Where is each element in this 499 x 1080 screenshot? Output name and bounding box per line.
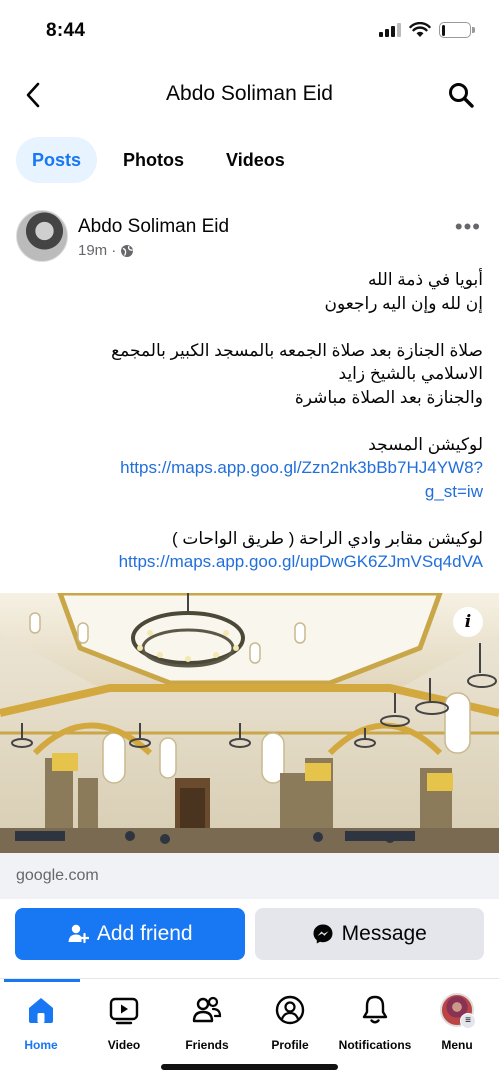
page-title: Abdo Soliman Eid <box>166 82 333 105</box>
link-preview-footer[interactable]: google.com <box>0 853 499 899</box>
info-icon[interactable]: i <box>453 607 483 637</box>
active-tab-indicator <box>4 979 80 982</box>
tab-photos[interactable]: Photos <box>107 137 200 183</box>
battery-level <box>441 24 445 36</box>
status-icons <box>379 22 475 38</box>
bell-icon <box>362 995 388 1024</box>
avatar[interactable] <box>16 210 68 262</box>
post-line: الاسلامي بالشيخ زايد <box>338 364 483 383</box>
mosque-location-link[interactable]: https://maps.app.goo.gl/Zzn2nk3bBb7HJ4YW… <box>16 456 483 480</box>
post-meta: 19m · <box>78 242 134 259</box>
cellular-signal-icon <box>379 23 401 37</box>
home-indicator <box>161 1064 338 1070</box>
profile-tabs: Posts Photos Videos <box>16 137 301 183</box>
post-line: أبويا في ذمة الله <box>367 270 483 289</box>
nav-menu-label: Menu <box>441 1038 473 1052</box>
post-time[interactable]: 19m <box>78 242 107 259</box>
battery-icon <box>439 22 475 38</box>
tab-videos[interactable]: Videos <box>210 137 301 183</box>
post-line: والجنازة بعد الصلاة مباشرة <box>294 387 483 407</box>
friends-icon <box>192 996 222 1023</box>
link-preview-image[interactable]: i <box>0 593 499 853</box>
search-icon <box>449 83 474 108</box>
post-author[interactable]: Abdo Soliman Eid <box>78 216 229 238</box>
status-time: 8:44 <box>46 20 86 41</box>
nav-video-label: Video <box>107 1038 141 1052</box>
post-line: لوكيشن المسجد <box>368 434 483 454</box>
menu-lines-icon: ≡ <box>460 1013 476 1029</box>
nav-menu[interactable]: ≡ Menu <box>417 993 497 1052</box>
video-icon <box>109 997 139 1025</box>
link-domain: google.com <box>16 867 99 884</box>
nav-home[interactable]: Home <box>1 993 81 1052</box>
meta-separator: · <box>111 242 117 259</box>
add-friend-label: Add friend <box>96 922 193 945</box>
globe-icon <box>121 244 134 257</box>
nav-notifications-label: Notifications <box>338 1038 412 1052</box>
messenger-icon <box>313 924 333 944</box>
nav-profile[interactable]: Profile <box>250 993 330 1052</box>
post-line: إن لله وإن اليه راجعون <box>324 293 484 313</box>
profile-actions: Add friend Message <box>15 908 484 960</box>
mosque-interior-image <box>0 593 499 853</box>
post-header: Abdo Soliman Eid 19m · ••• <box>16 210 483 266</box>
message-label: Message <box>341 922 427 945</box>
tab-posts[interactable]: Posts <box>16 137 98 183</box>
nav-video[interactable]: Video <box>84 993 164 1052</box>
post-line: لوكيشن مقابر وادي الراحة ( طريق الواحات … <box>171 528 483 548</box>
cemetery-location-link[interactable]: https://maps.app.goo.gl/upDwGK6ZJmVSq4dV… <box>16 550 483 574</box>
status-bar: 8:44 <box>0 0 499 62</box>
mosque-location-link-cont[interactable]: g_st=iw <box>16 480 483 504</box>
post-line-blank <box>16 409 483 433</box>
add-friend-button[interactable]: Add friend <box>15 908 245 960</box>
nav-home-label: Home <box>24 1038 58 1052</box>
post-line-blank <box>16 315 483 339</box>
wifi-icon <box>409 22 431 37</box>
post-line: صلاة الجنازة بعد صلاة الجمعه بالمسجد الك… <box>111 340 483 360</box>
add-friend-icon <box>68 924 89 944</box>
menu-avatar-icon: ≡ <box>440 993 476 1029</box>
message-button[interactable]: Message <box>254 908 484 960</box>
home-icon <box>29 998 53 1023</box>
nav-friends-label: Friends <box>185 1038 229 1052</box>
search-button[interactable] <box>445 79 477 111</box>
profile-icon <box>275 995 305 1025</box>
nav-notifications[interactable]: Notifications <box>333 993 417 1052</box>
post-line-blank <box>16 503 483 527</box>
more-icon[interactable]: ••• <box>455 214 481 240</box>
nav-friends[interactable]: Friends <box>167 993 247 1052</box>
nav-profile-label: Profile <box>271 1038 309 1052</box>
profile-header: Abdo Soliman Eid <box>0 72 499 118</box>
post-text: أبويا في ذمة الله إن لله وإن اليه راجعون… <box>16 268 483 574</box>
